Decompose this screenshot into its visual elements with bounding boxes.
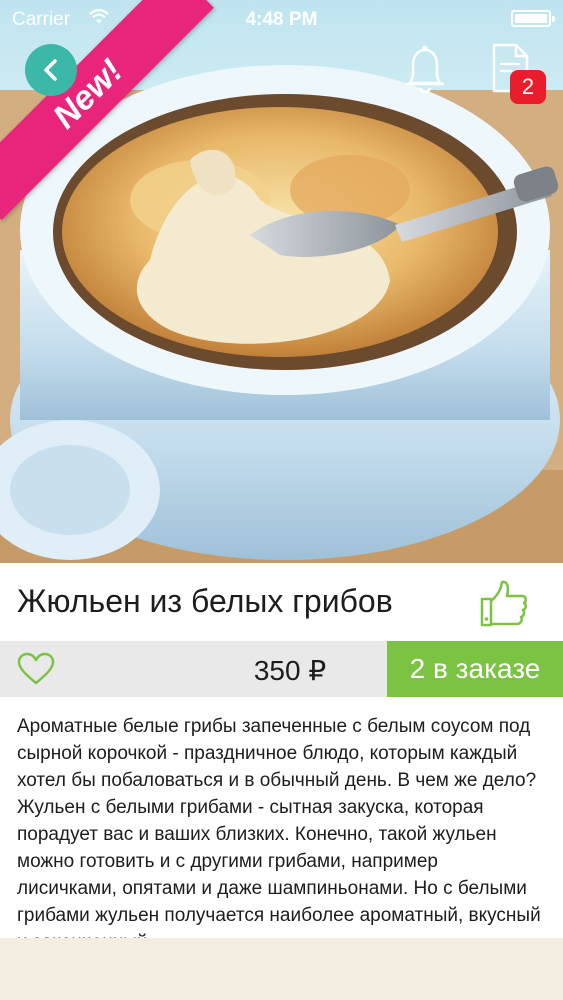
title-row: Жюльен из белых грибов (0, 563, 563, 641)
bell-icon (406, 45, 444, 93)
status-bar: Carrier 4:48 PM (0, 0, 563, 38)
status-time: 4:48 PM (245, 9, 318, 30)
order-button[interactable]: 2 в заказе (387, 641, 563, 697)
description-line: грибами жульен получается наиболее арома… (17, 905, 541, 926)
favorite-button[interactable] (17, 652, 55, 686)
back-button[interactable] (25, 44, 77, 96)
price-row: 350 ₽ 2 в заказе (0, 641, 563, 697)
like-button[interactable] (478, 577, 530, 629)
thumbs-up-icon (480, 580, 528, 627)
bottom-strip (0, 938, 563, 1000)
notifications-button[interactable] (400, 43, 450, 97)
description-line: можно готовить и с другими грибами, напр… (17, 851, 438, 872)
product-price: 350 ₽ (253, 655, 327, 686)
heart-icon (17, 652, 55, 685)
product-title: Жюльен из белых грибов (17, 583, 393, 619)
chevron-left-icon (44, 59, 57, 81)
description-line: Жульен с белыми грибами - сытная закуска… (17, 797, 484, 818)
description-line: сырной корочкой - праздничное блюдо, кот… (17, 743, 518, 764)
product-description: Ароматные белые грибы запеченные с белым… (17, 713, 547, 956)
battery-icon (511, 10, 555, 27)
description-line: хотел бы побаловаться и в обычный день. … (17, 770, 537, 791)
orders-count-badge: 2 (510, 70, 546, 104)
description-line: порадует вас и ваших близких. Конечно, т… (17, 824, 497, 845)
description-line: лисичками, опятами и даже шампиньонами. … (17, 878, 527, 899)
description-line: Ароматные белые грибы запеченные с белым… (17, 716, 531, 737)
